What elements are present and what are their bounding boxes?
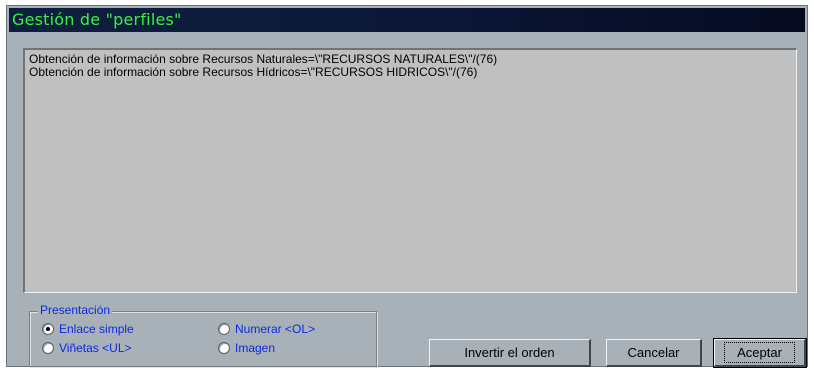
- profiles-list[interactable]: Obtención de información sobre Recursos …: [23, 48, 797, 293]
- invert-order-label: Invertir el orden: [464, 345, 555, 360]
- invert-order-button[interactable]: Invertir el orden: [429, 339, 591, 367]
- profiles-dialog: Gestión de "perfiles" Obtención de infor…: [6, 5, 808, 368]
- radio-label: Imagen: [235, 341, 276, 355]
- radio-numerar-ol[interactable]: Numerar <OL>: [218, 322, 315, 336]
- presentation-group: Presentación Enlace simple Numerar <OL> …: [29, 303, 377, 367]
- list-item[interactable]: Obtención de información sobre Recursos …: [29, 66, 792, 79]
- radio-vinetas-ul[interactable]: Viñetas <UL>: [42, 341, 132, 355]
- radio-imagen[interactable]: Imagen: [218, 341, 275, 355]
- window-title: Gestión de "perfiles": [12, 10, 182, 29]
- presentation-legend: Presentación: [38, 303, 113, 317]
- radio-label: Enlace simple: [59, 322, 134, 336]
- radio-enlace-simple[interactable]: Enlace simple: [42, 322, 134, 336]
- cancel-button[interactable]: Cancelar: [606, 339, 702, 367]
- radio-label: Viñetas <UL>: [59, 341, 132, 355]
- accept-label: Aceptar: [724, 342, 795, 363]
- cancel-label: Cancelar: [627, 345, 680, 360]
- radio-unchecked-icon[interactable]: [218, 323, 230, 335]
- accept-button[interactable]: Aceptar: [713, 338, 807, 368]
- title-bar[interactable]: Gestión de "perfiles": [9, 8, 805, 32]
- radio-unchecked-icon[interactable]: [218, 342, 230, 354]
- radio-unchecked-icon[interactable]: [42, 342, 54, 354]
- radio-checked-icon[interactable]: [42, 323, 54, 335]
- radio-label: Numerar <OL>: [235, 322, 316, 336]
